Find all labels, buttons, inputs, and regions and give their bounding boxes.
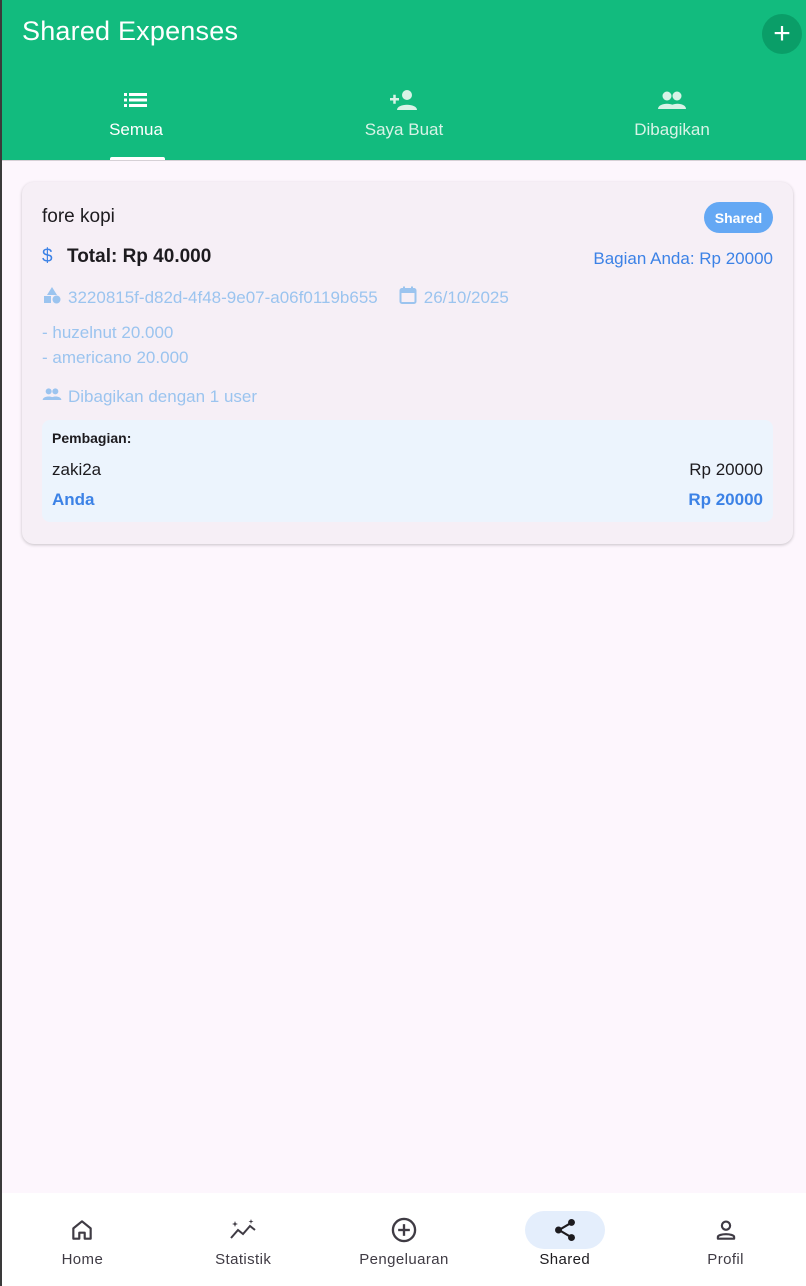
shared-with-text: Dibagikan dengan 1 user bbox=[68, 386, 258, 406]
item-list: - huzelnut 20.000 - americano 20.000 bbox=[42, 320, 188, 370]
nav-profil[interactable]: Profil bbox=[645, 1193, 806, 1286]
split-row-you: Anda Rp 20000 bbox=[52, 490, 763, 510]
dollar-icon: $ bbox=[42, 246, 53, 267]
split-name: Anda bbox=[52, 490, 95, 509]
tab-label: Semua bbox=[109, 120, 163, 139]
tab-label: Dibagikan bbox=[634, 120, 710, 139]
tab-saya-buat[interactable]: Saya Buat bbox=[270, 80, 538, 160]
divider bbox=[2, 160, 806, 161]
list-item: - americano 20.000 bbox=[42, 348, 189, 367]
total-row: $ Total: Rp 40.000 bbox=[42, 246, 211, 268]
expense-id: 3220815f-d82d-4f48-9e07-a06f0119b655 bbox=[68, 287, 378, 307]
share-icon bbox=[524, 1211, 605, 1249]
nav-pengeluaran[interactable]: Pengeluaran bbox=[324, 1193, 485, 1286]
calendar-icon bbox=[398, 285, 424, 310]
expense-date: 26/10/2025 bbox=[423, 287, 509, 307]
meta-row: 3220815f-d82d-4f48-9e07-a06f0119b655 26/… bbox=[42, 285, 509, 310]
expense-total: Total: Rp 40.000 bbox=[67, 246, 212, 267]
split-amount: Rp 20000 bbox=[689, 460, 763, 479]
split-row: zaki2a Rp 20000 bbox=[52, 460, 763, 480]
tab-bar: Semua Saya Buat Dibagikan bbox=[2, 80, 806, 160]
home-icon bbox=[42, 1211, 122, 1249]
app-bar: Shared Expenses + Semua Saya Buat Dibagi… bbox=[2, 0, 806, 160]
split-name: zaki2a bbox=[52, 460, 102, 479]
person-icon bbox=[686, 1211, 766, 1249]
page-title: Shared Expenses bbox=[22, 16, 239, 46]
category-icon bbox=[42, 285, 68, 310]
add-circle-icon bbox=[364, 1211, 444, 1249]
expense-card[interactable]: fore kopi Shared $ Total: Rp 40.000 Bagi… bbox=[22, 182, 793, 544]
group-icon bbox=[657, 88, 687, 112]
bottom-navigation: Home Statistik Pengeluaran Shared Profil bbox=[2, 1193, 806, 1286]
nav-home[interactable]: Home bbox=[2, 1193, 163, 1286]
shared-with-row: Dibagikan dengan 1 user bbox=[42, 385, 257, 408]
shared-badge: Shared bbox=[704, 202, 773, 233]
nav-label: Shared bbox=[539, 1251, 591, 1268]
tab-semua[interactable]: Semua bbox=[2, 80, 270, 160]
nav-label: Pengeluaran bbox=[359, 1251, 449, 1268]
expense-title: fore kopi bbox=[42, 206, 115, 227]
tab-label: Saya Buat bbox=[364, 120, 444, 139]
date-group: 26/10/2025 bbox=[398, 285, 509, 310]
add-expense-button[interactable]: + bbox=[762, 14, 802, 54]
tab-dibagikan[interactable]: Dibagikan bbox=[538, 80, 806, 160]
nav-statistik[interactable]: Statistik bbox=[163, 1193, 324, 1286]
split-heading: Pembagian: bbox=[52, 430, 132, 446]
chart-icon bbox=[203, 1211, 283, 1249]
nav-label: Profil bbox=[707, 1251, 744, 1268]
nav-label: Home bbox=[61, 1251, 104, 1268]
plus-icon: + bbox=[773, 17, 791, 50]
person-add-icon bbox=[389, 88, 419, 112]
your-share: Bagian Anda: Rp 20000 bbox=[593, 249, 773, 268]
split-amount: Rp 20000 bbox=[688, 490, 763, 509]
nav-label: Statistik bbox=[215, 1251, 272, 1268]
split-box: Pembagian: zaki2a Rp 20000 Anda Rp 20000 bbox=[42, 420, 773, 522]
list-item: - huzelnut 20.000 bbox=[42, 323, 174, 342]
group-icon bbox=[42, 385, 68, 408]
list-icon bbox=[123, 88, 149, 112]
nav-shared[interactable]: Shared bbox=[484, 1193, 645, 1286]
